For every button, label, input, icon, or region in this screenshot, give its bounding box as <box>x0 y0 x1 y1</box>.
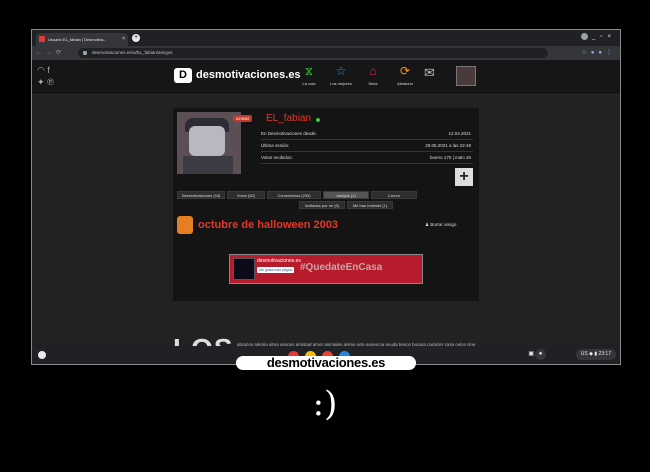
address-bar: ←→⟳ desmotivaciones.es/u/EL_fabian/amigo… <box>32 46 620 60</box>
rank-badge: #29559 <box>233 115 253 122</box>
menu-dots-icon[interactable]: ⋮ <box>606 50 616 56</box>
menu-item-sube[interactable]: ⌂ Sube <box>358 64 388 86</box>
refresh-icon: ⟳ <box>399 64 411 78</box>
stat-label: Votos recibidos: <box>261 155 293 160</box>
stat-value: bueno 175 | malo 26 <box>430 155 471 160</box>
stat-label: En Desmotivaciones desde: <box>261 131 317 136</box>
url-input[interactable]: desmotivaciones.es/u/EL_fabian/amigos <box>78 48 548 58</box>
delete-friend-button[interactable]: ♟ Borrar amigo <box>425 222 456 228</box>
close-tab-icon[interactable]: × <box>122 33 125 46</box>
menu-item-aleatorio[interactable]: ⟳ Aleatorio <box>390 64 420 86</box>
logo-text: desmotivaciones.es <box>196 69 301 81</box>
page-content: #29559 EL_fabian En Desmotivaciones desd… <box>32 95 620 364</box>
pinterest-icon[interactable]: ℗ <box>47 77 54 87</box>
subtab-me-han-invitado[interactable]: Me han invitado (1) <box>347 201 393 209</box>
battery-icon: ▮ <box>594 351 598 357</box>
window-controls: _▫× <box>581 33 616 40</box>
tab-title: Usuario EL_fabian | Desmotiva... <box>48 37 107 42</box>
menu-label: Los mejores <box>330 81 352 86</box>
stat-row: Votos recibidos: bueno 175 | malo 26 <box>261 152 473 164</box>
stat-value: 29.06.2021 a las 22:49 <box>425 143 471 148</box>
clock: 23:17 <box>598 351 611 357</box>
social-links: ◠ f ✦ ℗ <box>37 64 67 88</box>
tab-comentarios[interactable]: Comentarios (293) <box>267 191 321 199</box>
avatar-face <box>189 126 225 156</box>
facebook-icon[interactable]: f <box>47 65 50 75</box>
user-avatar[interactable] <box>456 66 476 86</box>
tab-votos[interactable]: Votos (52) <box>227 191 265 199</box>
banner-hashtag: #QuedateEnCasa <box>300 262 383 273</box>
launcher-icon[interactable] <box>38 351 46 359</box>
screen-capture-icon[interactable]: ▣ <box>528 350 534 357</box>
browser-tab[interactable]: Usuario EL_fabian | Desmotiva... × <box>36 33 128 46</box>
watermark-text: desmotivaciones.es <box>236 356 416 370</box>
menu-label: Sube <box>368 81 378 86</box>
mail-icon[interactable]: ✉ <box>424 65 435 81</box>
add-friend-button[interactable]: + <box>455 168 473 186</box>
star-icon: ☆ <box>335 64 347 78</box>
desktop-screenshot: Usuario EL_fabian | Desmotiva... × + _▫×… <box>31 29 621 365</box>
forward-icon[interactable]: → <box>46 50 56 56</box>
banner-thumbnail <box>233 258 255 280</box>
extension-icons: ☆●●⋮ <box>581 49 616 56</box>
tab-correo[interactable]: Correo <box>371 191 417 199</box>
browser-tab-strip: Usuario EL_fabian | Desmotiva... × + _▫× <box>32 30 620 46</box>
menu-item-la-cola[interactable]: ⧖ La cola <box>294 64 324 86</box>
extension-icon[interactable]: ● <box>598 50 606 56</box>
notification-icon[interactable]: ● <box>535 349 546 360</box>
twitter-icon[interactable]: ✦ <box>37 77 45 87</box>
bookmark-star-icon[interactable]: ☆ <box>581 50 590 56</box>
logo-mark: D <box>174 68 192 83</box>
avatar-body <box>183 156 233 174</box>
profile-panel: #29559 EL_fabian En Desmotivaciones desd… <box>173 108 479 301</box>
wifi-icon: ◆ <box>589 351 593 357</box>
menu-label: La cola <box>302 81 316 86</box>
menu-label: Aleatorio <box>397 81 413 86</box>
nav-buttons: ←→⟳ <box>36 49 65 56</box>
hourglass-icon: ⧖ <box>304 64 314 78</box>
subtab-invitados-por-mi[interactable]: Invitados por mí (0) <box>299 201 345 209</box>
stat-row: En Desmotivaciones desde: 12.04.2021 <box>261 128 473 140</box>
stat-row: Última sesión: 29.06.2021 a las 22:49 <box>261 140 473 152</box>
menu-item-los-mejores[interactable]: ☆ Los mejores <box>326 64 356 86</box>
site-favicon-icon <box>39 36 45 42</box>
profile-avatar <box>177 112 241 174</box>
fb-like-button[interactable]: Me gusta esta página <box>257 267 295 273</box>
home-upload-icon: ⌂ <box>369 64 377 78</box>
banner-site: desmotivaciones.es <box>257 258 301 264</box>
stat-label: Última sesión: <box>261 143 290 148</box>
online-status-icon <box>316 118 320 122</box>
locale-label: US <box>580 351 588 357</box>
system-tray[interactable]: US ◆ ▮ 23:17 <box>575 349 616 360</box>
watermark-logo: desmotivaciones.es <box>236 356 416 370</box>
reload-icon[interactable]: ⟳ <box>56 50 65 56</box>
tab-amigos[interactable]: Amigos (1) <box>323 191 369 199</box>
facebook-banner[interactable]: desmotivaciones.es Me gusta esta página … <box>229 254 423 284</box>
delete-friend-label: Borrar amigo <box>430 222 457 227</box>
stat-value: 12.04.2021 <box>448 131 471 136</box>
user-remove-icon: ♟ <box>425 222 430 227</box>
lock-icon <box>83 51 87 55</box>
poster-caption: :) <box>312 384 338 424</box>
profile-username: EL_fabian <box>266 113 312 124</box>
new-tab-button[interactable]: + <box>132 34 140 42</box>
profile-icon[interactable] <box>581 33 588 40</box>
close-window-icon[interactable]: × <box>607 34 616 40</box>
tab-desmotivaciones[interactable]: Desmotivaciones (43) <box>177 191 225 199</box>
friend-avatar[interactable] <box>177 216 193 234</box>
rss-icon[interactable]: ◠ <box>37 65 45 75</box>
url-text: desmotivaciones.es/u/EL_fabian/amigos <box>92 50 173 55</box>
back-icon[interactable]: ← <box>36 50 46 56</box>
site-header: ◠ f ✦ ℗ D desmotivaciones.es ⧖ La cola ☆… <box>32 60 620 95</box>
friend-name-link[interactable]: octubre de halloween 2003 <box>198 219 338 231</box>
